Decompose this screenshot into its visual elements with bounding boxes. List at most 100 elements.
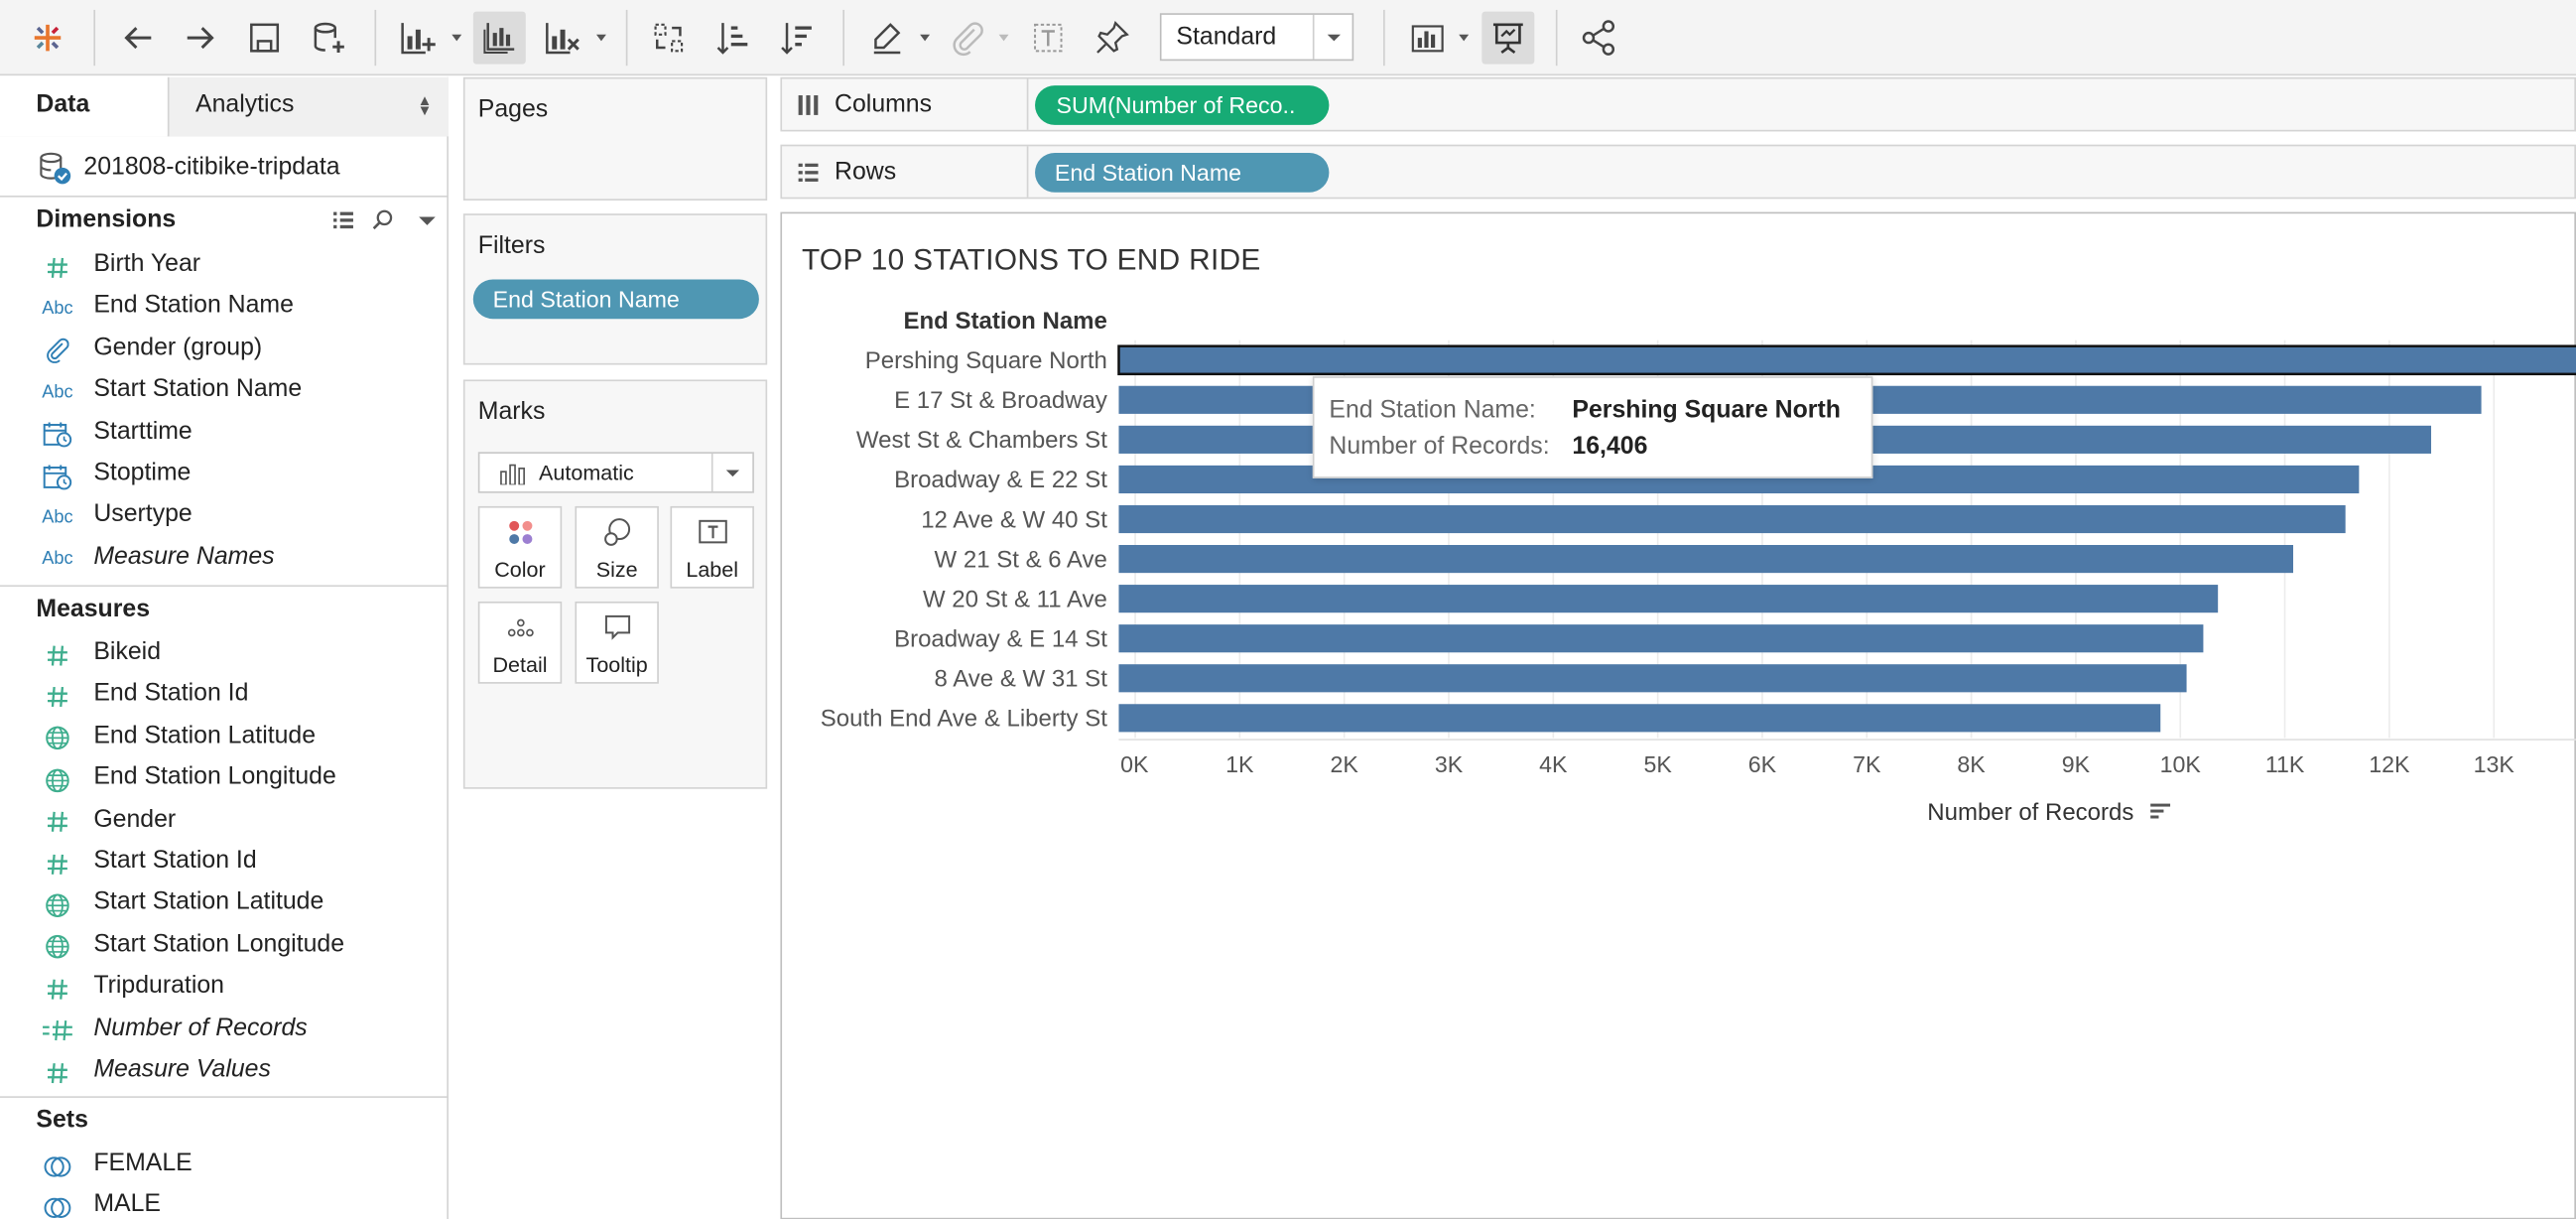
sort-descending-icon[interactable]	[772, 12, 825, 65]
save-icon[interactable]	[238, 12, 291, 65]
field-item[interactable]: Abc End Station Name	[0, 288, 449, 329]
field-item[interactable]: Number of Records	[0, 1011, 449, 1051]
calculated-number-icon	[41, 1016, 73, 1044]
rows-pill[interactable]: End Station Name	[1035, 152, 1330, 193]
chevron-down-icon[interactable]	[449, 30, 465, 47]
detail-label: Detail	[492, 652, 548, 678]
globe-icon	[41, 891, 73, 919]
columns-pill[interactable]: SUM(Number of Reco..	[1035, 85, 1330, 125]
new-worksheet-icon[interactable]	[391, 12, 444, 65]
field-item[interactable]: Stoptime	[0, 456, 449, 496]
field-item[interactable]: Measure Values	[0, 1052, 449, 1093]
field-item[interactable]: End Station Latitude	[0, 718, 449, 758]
field-name: End Station Id	[93, 679, 249, 708]
size-label: Size	[595, 557, 638, 583]
dimension-header-tools	[328, 207, 444, 242]
color-mark-card[interactable]: Color	[477, 505, 563, 589]
highlight-icon[interactable]	[861, 12, 914, 65]
data-pane-tabs: Data Analytics ▲ ▼	[0, 76, 449, 137]
pages-card[interactable]: Pages	[462, 76, 768, 201]
sort-ascending-icon[interactable]	[708, 12, 761, 65]
field-item[interactable]: Abc Usertype	[0, 497, 449, 538]
mark-type-dropdown[interactable]: Automatic	[477, 452, 754, 493]
chevron-down-icon[interactable]	[917, 30, 934, 47]
field-item[interactable]: Gender	[0, 801, 449, 842]
undo-icon[interactable]	[112, 12, 165, 65]
x-tick-label: 10K	[2160, 751, 2202, 777]
field-item[interactable]: Gender (group)	[0, 330, 449, 370]
bar[interactable]	[1118, 704, 2161, 733]
field-name: Bikeid	[93, 637, 162, 666]
worksheet-view[interactable]: TOP 10 STATIONS TO END RIDE End Station …	[780, 211, 2576, 1219]
field-item[interactable]: End Station Id	[0, 676, 449, 717]
tab-data[interactable]: Data	[0, 76, 168, 137]
show-me-icon[interactable]	[1401, 12, 1454, 65]
size-mark-card[interactable]: Size	[575, 505, 659, 589]
field-item[interactable]: Birth Year	[0, 246, 449, 287]
fit-dropdown-value: Standard	[1176, 23, 1277, 52]
bar[interactable]	[1118, 664, 2187, 693]
bar[interactable]	[1118, 504, 2346, 534]
string-icon: Abc	[42, 507, 73, 528]
data-pane: Data Analytics ▲ ▼ 201808-citibike-tripda…	[0, 76, 449, 1219]
field-item[interactable]: FEMALE	[0, 1146, 449, 1186]
clear-sheet-icon[interactable]	[536, 12, 588, 65]
mark-tooltip: End Station Name: Pershing Square North …	[1312, 376, 1873, 478]
pin-icon[interactable]	[1086, 12, 1138, 65]
category-label: 12 Ave & W 40 St	[921, 506, 1107, 533]
field-item[interactable]: Bikeid	[0, 634, 449, 675]
chevron-down-icon[interactable]	[593, 30, 610, 47]
detail-mark-card[interactable]: Detail	[477, 601, 563, 684]
columns-shelf[interactable]: Columns SUM(Number of Reco..	[780, 76, 2576, 132]
chevron-down-icon	[1312, 14, 1352, 60]
detail-icon	[479, 613, 560, 643]
field-item[interactable]: Start Station Id	[0, 843, 449, 883]
datasource-item[interactable]: 201808-citibike-tripdata	[0, 138, 449, 198]
bar[interactable]	[1118, 585, 2219, 613]
swap-rows-columns-icon[interactable]	[642, 12, 695, 65]
group-icon[interactable]	[940, 12, 992, 65]
dimensions-header: Dimensions	[36, 204, 177, 234]
duplicate-sheet-icon[interactable]	[472, 11, 526, 65]
tooltip-mark-card[interactable]: Tooltip	[575, 601, 659, 684]
new-data-source-icon[interactable]	[303, 12, 355, 65]
field-name: FEMALE	[93, 1149, 193, 1177]
field-item[interactable]: Start Station Longitude	[0, 926, 449, 967]
bar-chart[interactable]: End Station Name Pershing Square North E 1…	[782, 213, 2576, 1219]
fit-dropdown[interactable]: Standard	[1159, 13, 1354, 62]
filters-card[interactable]: Filters End Station Name	[462, 213, 768, 365]
label-mark-card[interactable]: Label	[670, 505, 754, 589]
color-label: Color	[494, 557, 546, 583]
tooltip-label: Tooltip	[585, 652, 648, 678]
field-item[interactable]: End Station Longitude	[0, 759, 449, 800]
datetime-icon	[41, 462, 73, 489]
field-item[interactable]: Start Station Latitude	[0, 884, 449, 925]
field-item[interactable]: MALE	[0, 1187, 449, 1219]
x-tick-label: 4K	[1539, 751, 1568, 777]
filter-pill[interactable]: End Station Name	[472, 279, 759, 320]
tooltip-key-2: Number of Records:	[1329, 432, 1550, 461]
category-label: Pershing Square North	[865, 347, 1107, 374]
field-item[interactable]: Abc Measure Names	[0, 539, 449, 580]
tab-analytics[interactable]: Analytics ▲ ▼	[167, 76, 449, 137]
chevron-down-icon[interactable]	[1456, 30, 1473, 47]
columns-label-text: Columns	[835, 90, 933, 119]
field-name: Number of Records	[93, 1013, 308, 1041]
presentation-mode-icon[interactable]	[1481, 11, 1535, 65]
field-item[interactable]: Tripduration	[0, 968, 449, 1009]
bar[interactable]	[1118, 624, 2204, 653]
bar[interactable]	[1117, 344, 2576, 376]
bar[interactable]	[1118, 545, 2293, 574]
redo-icon[interactable]	[174, 12, 226, 65]
tableau-logo-icon[interactable]	[22, 12, 74, 65]
tooltip-row-1: End Station Name: Pershing Square North	[1329, 396, 1840, 424]
show-labels-icon[interactable]	[1022, 12, 1075, 65]
sort-indicator-icon	[2150, 803, 2171, 819]
field-item[interactable]: Starttime	[0, 414, 449, 455]
share-icon[interactable]	[1572, 12, 1624, 65]
marks-title: Marks	[477, 397, 546, 426]
rows-shelf[interactable]: Rows End Station Name	[780, 144, 2576, 200]
field-name: Tripduration	[93, 971, 224, 1000]
number-icon	[41, 850, 73, 878]
field-item[interactable]: Abc Start Station Name	[0, 371, 449, 412]
